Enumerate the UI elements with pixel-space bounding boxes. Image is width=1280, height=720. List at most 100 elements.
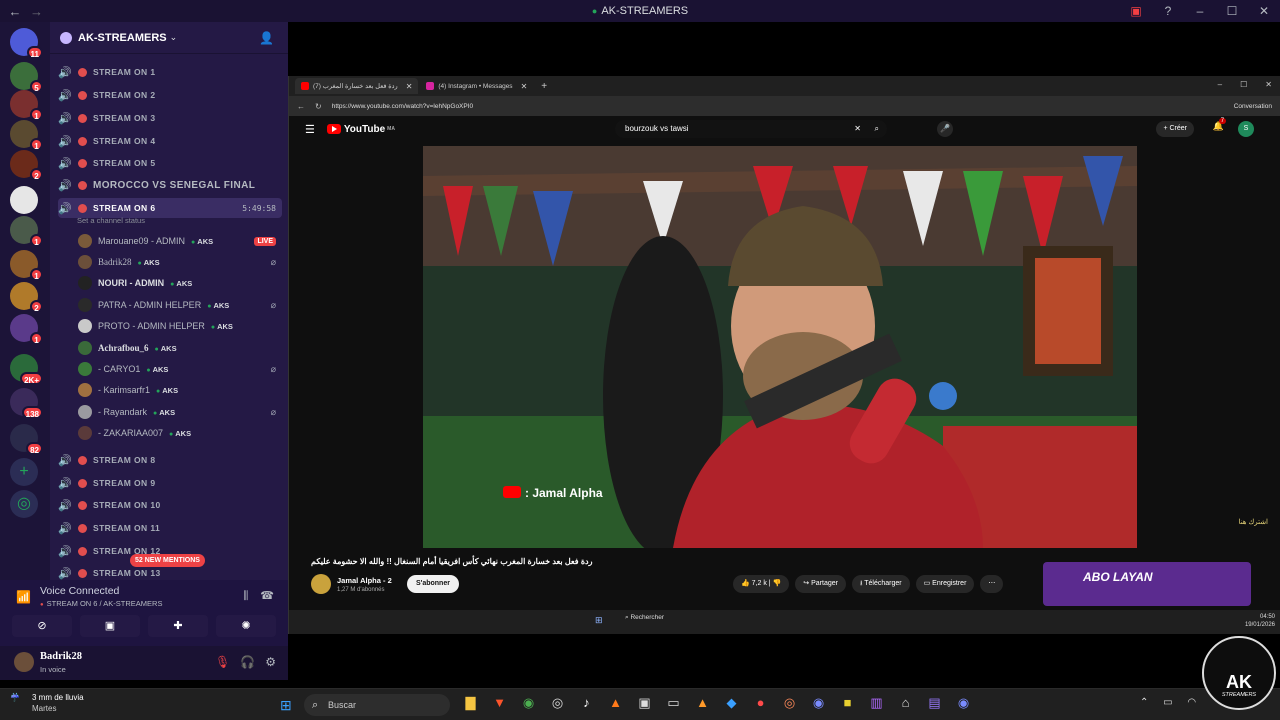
display-icon[interactable]: ▭ <box>1163 697 1172 708</box>
voice-user[interactable]: Badrik28AKS⌀ <box>78 252 282 272</box>
gear-icon[interactable]: ⚙ <box>265 655 276 669</box>
avatar[interactable] <box>14 652 34 672</box>
voice-channel-active[interactable]: 🔊 STREAM ON 6 5:49:58 <box>58 198 282 218</box>
mic-muted-icon[interactable]: 🎙 <box>215 655 230 669</box>
voice-channel[interactable]: 🔊 STREAM ON 10 <box>58 495 282 515</box>
app-icon[interactable]: ◆ <box>717 695 746 711</box>
close-tab-icon[interactable]: ✕ <box>406 82 413 91</box>
download-button[interactable]: ⭳ Télécharger <box>851 575 910 593</box>
username[interactable]: Badrik28 <box>40 651 82 662</box>
youtube-logo[interactable]: YouTube MA <box>326 124 395 135</box>
server-icon[interactable]: 82 <box>10 424 43 455</box>
soundboard-button[interactable]: ✺ <box>216 615 276 637</box>
invite-people-icon[interactable]: 👤 <box>259 31 274 45</box>
subscribe-overlay[interactable]: اشترك هنا <box>1239 518 1268 526</box>
subscribe-button[interactable]: S'abonner <box>407 575 459 593</box>
app-icon[interactable]: ■ <box>833 695 862 711</box>
maximize-icon[interactable]: ☐ <box>1240 80 1247 89</box>
server-icon[interactable]: 2K+ <box>10 354 43 385</box>
minimize-icon[interactable]: – <box>1184 4 1216 18</box>
voice-user[interactable]: PATRA - ADMIN HELPERAKS⌀ <box>78 295 282 315</box>
terminal-icon[interactable]: ▭ <box>659 695 688 711</box>
search-input[interactable]: bourzouk vs tawsi ✕ ⌕ <box>615 120 887 138</box>
channel-avatar[interactable] <box>311 574 331 594</box>
noise-suppression-icon[interactable]: ⫼ <box>243 590 248 602</box>
voice-channel[interactable]: 🔊 STREAM ON 1 <box>58 62 282 82</box>
signal-icon[interactable]: 📶 <box>16 590 31 604</box>
channel-status[interactable]: Set a channel status <box>77 216 145 225</box>
server-icon[interactable]: 5 <box>10 62 43 93</box>
activities-button[interactable]: ✚ <box>148 615 208 637</box>
voice-channel[interactable]: 🔊 STREAM ON 9 <box>58 473 282 493</box>
hamburger-menu-icon[interactable]: ☰ <box>305 123 315 136</box>
add-server-icon[interactable]: + <box>10 458 38 486</box>
disconnect-icon[interactable]: ☎ <box>260 590 274 602</box>
account-avatar[interactable]: S <box>1238 121 1254 137</box>
screen-share-button[interactable]: ▣ <box>80 615 140 637</box>
brave-icon[interactable]: ▼ <box>485 695 514 711</box>
tiktok-icon[interactable]: ♪ <box>572 695 601 711</box>
discord-icon[interactable]: ◉ <box>804 695 833 711</box>
new-mentions-badge[interactable]: 52 NEW MENTIONS <box>130 554 205 567</box>
server-icon[interactable]: 2 <box>10 282 43 313</box>
notifications-bell-icon[interactable]: 🔔 7 <box>1213 118 1227 132</box>
forward-arrow-icon[interactable]: → <box>30 4 50 19</box>
channel-name[interactable]: Jamal Alpha - 2 <box>337 576 392 585</box>
voice-search-icon[interactable]: 🎤 <box>937 121 953 137</box>
server-icon[interactable]: 1 <box>10 216 43 247</box>
weather-widget[interactable]: ☔ 3 mm de lluvia Martes <box>10 693 84 713</box>
voice-user[interactable]: - CARYO1AKS⌀ <box>78 359 282 379</box>
chevron-up-icon[interactable]: ⌃ <box>1140 697 1148 708</box>
chrome-icon[interactable]: ◉ <box>514 695 543 711</box>
conversation-button[interactable]: Conversation <box>1234 103 1272 110</box>
server-icon[interactable]: 1 <box>10 120 43 151</box>
voice-channel[interactable]: 🔊 STREAM ON 8 <box>58 450 282 470</box>
save-button[interactable]: ▭ Enregistrer <box>915 575 975 593</box>
voice-user[interactable]: - RayandarkAKS⌀ <box>78 402 282 422</box>
server-icon[interactable]: 1 <box>10 314 43 345</box>
server-icon[interactable]: 2 <box>10 150 43 181</box>
obs-icon[interactable]: ◎ <box>543 695 572 711</box>
camera-off-button[interactable]: ⊘ <box>12 615 72 637</box>
more-actions-icon[interactable]: ⋯ <box>980 575 1004 593</box>
back-arrow-icon[interactable]: ← <box>297 102 305 111</box>
browser-tab[interactable]: ردة فعل بعد خسارة المغرب (7) ✕ <box>295 78 419 94</box>
share-button[interactable]: ↪ Partager <box>795 575 846 593</box>
voice-user[interactable]: NOURI - ADMINAKS <box>78 273 282 293</box>
voice-channel[interactable]: 🔊 STREAM ON 5 <box>58 153 282 173</box>
app-icon[interactable]: ▲ <box>601 695 630 711</box>
voice-user[interactable]: Marouane09 - ADMINAKSLIVE <box>78 231 282 251</box>
voice-user[interactable]: - Karimsarfr1AKS <box>78 380 282 400</box>
app-icon[interactable]: ▥ <box>862 695 891 711</box>
app-icon[interactable]: ● <box>746 695 775 711</box>
discover-icon[interactable]: ◎ <box>10 490 38 518</box>
voice-user[interactable]: Achrafbou_6AKS <box>78 338 282 358</box>
voice-channel[interactable]: 🔊 STREAM ON 3 <box>58 108 282 128</box>
discord-icon[interactable]: ◉ <box>949 695 978 711</box>
minimize-icon[interactable]: – <box>1218 80 1222 89</box>
server-icon[interactable] <box>10 186 38 214</box>
close-tab-icon[interactable]: ✕ <box>521 82 528 91</box>
new-tab-icon[interactable]: + <box>541 81 547 92</box>
windows-start-icon[interactable]: ⊞ <box>280 697 292 714</box>
direct-messages-icon[interactable]: 11 <box>10 28 43 59</box>
like-button[interactable]: 👍 7,2 k | 👎 <box>733 575 790 593</box>
refresh-icon[interactable]: ↻ <box>315 102 322 111</box>
voice-channel[interactable]: 🔊 STREAM ON 4 <box>58 131 282 151</box>
help-icon[interactable]: ? <box>1152 4 1184 18</box>
video-player[interactable]: : Jamal Alpha <box>423 146 1137 548</box>
taskbar-search[interactable]: Buscar <box>304 694 450 716</box>
url-field[interactable]: https://www.youtube.com/watch?v=lehNpGoX… <box>332 103 473 110</box>
clear-search-icon[interactable]: ✕ <box>854 120 861 138</box>
app-icon[interactable]: ▣ <box>630 695 659 711</box>
voice-channel[interactable]: 🔊 STREAM ON 11 <box>58 518 282 538</box>
inbox-icon[interactable]: ▣ <box>1120 4 1152 18</box>
server-icon[interactable]: 138 <box>10 388 43 419</box>
voice-channel[interactable]: 🔊 STREAM ON 2 <box>58 85 282 105</box>
close-icon[interactable]: ✕ <box>1248 4 1280 18</box>
browser-tab[interactable]: (4) Instagram • Messages ✕ <box>420 78 533 94</box>
vlc-icon[interactable]: ▲ <box>688 695 717 711</box>
voice-user[interactable]: - ZAKARIAA007AKS <box>78 423 282 443</box>
app-icon[interactable]: ▤ <box>920 695 949 711</box>
server-icon[interactable]: 1 <box>10 90 43 121</box>
